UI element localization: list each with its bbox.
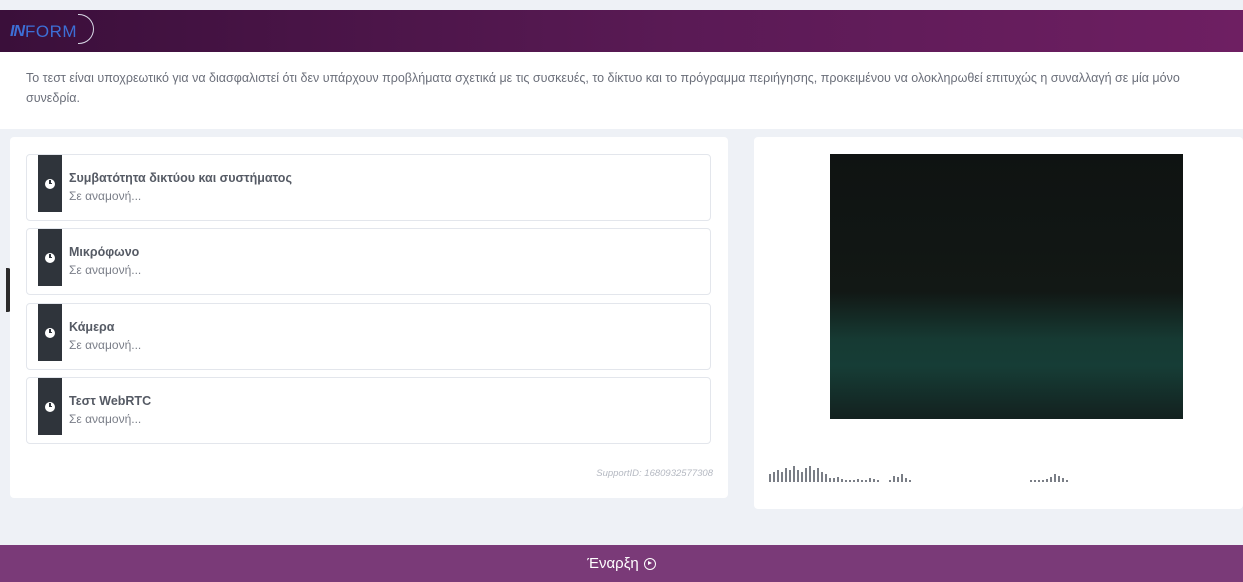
status-strip (38, 229, 62, 286)
checks-panel: Συμβατότητα δικτύου και συστήματος Σε αν… (10, 137, 728, 498)
audio-level-bar (829, 478, 831, 482)
check-status: Σε αναμονή... (69, 412, 142, 426)
audio-level-bar (801, 472, 803, 482)
audio-level-bar (817, 468, 819, 482)
audio-level-bar (809, 466, 811, 482)
status-strip (38, 304, 62, 361)
support-id: SupportID: 1680932577308 (596, 468, 713, 479)
audio-level-bar (785, 468, 787, 482)
play-circle-icon (643, 557, 656, 570)
check-status: Σε αναμονή... (69, 338, 142, 352)
audio-level-meter-right (1030, 460, 1068, 482)
check-item-microphone: Μικρόφωνο Σε αναμονή... (26, 228, 711, 295)
check-title: Μικρόφωνο (69, 245, 140, 259)
audio-level-bar (1034, 480, 1036, 482)
audio-level-bar (1042, 480, 1044, 482)
audio-level-bar (1038, 480, 1040, 482)
audio-level-bar (909, 480, 911, 482)
audio-level-bar (789, 470, 791, 482)
logo-text: FORM (25, 22, 78, 41)
audio-level-bar (793, 466, 795, 482)
audio-level-bar (893, 476, 895, 482)
audio-level-bar (857, 479, 859, 482)
audio-level-bar (833, 478, 835, 482)
check-title: Κάμερα (69, 320, 115, 334)
check-title: Τεστ WebRTC (69, 394, 152, 408)
audio-level-bar (813, 470, 815, 482)
audio-level-bar (861, 480, 863, 482)
inform-logo: IN FORM (10, 14, 94, 44)
audio-level-bar (773, 472, 775, 482)
audio-level-bar (1054, 474, 1056, 482)
audio-level-bar (769, 474, 771, 482)
clock-icon (45, 178, 55, 189)
audio-level-bar (845, 480, 847, 482)
status-strip (38, 378, 62, 435)
top-header: IN FORM (0, 10, 1243, 52)
audio-level-bar (873, 479, 875, 482)
audio-level-meter-left (769, 460, 911, 482)
audio-level-bar (805, 468, 807, 482)
audio-level-bar (1046, 479, 1048, 482)
start-button[interactable]: Έναρξη (0, 545, 1243, 582)
status-strip (38, 155, 62, 212)
clock-icon (45, 401, 55, 412)
audio-level-bar (781, 472, 783, 482)
clock-icon (45, 252, 55, 263)
check-title: Συμβατότητα δικτύου και συστήματος (69, 171, 292, 185)
audio-level-bar (865, 480, 867, 482)
start-button-label: Έναρξη (587, 555, 639, 572)
audio-level-bar (869, 478, 871, 482)
logo-arc-icon (78, 14, 94, 44)
check-item-network: Συμβατότητα δικτύου και συστήματος Σε αν… (26, 154, 711, 221)
audio-level-bar (889, 480, 891, 482)
audio-level-bar (905, 478, 907, 482)
audio-level-bar (877, 480, 879, 482)
audio-level-bar (1050, 477, 1052, 482)
audio-level-bar (897, 477, 899, 482)
audio-level-bar (853, 480, 855, 482)
audio-level-bar (825, 474, 827, 482)
check-status: Σε αναμονή... (69, 189, 142, 203)
audio-level-bar (797, 470, 799, 482)
audio-level-bar (901, 474, 903, 482)
audio-level-bar (821, 472, 823, 482)
intro-text: Το τεστ είναι υποχρεωτικό για να διασφαλ… (0, 52, 1243, 129)
audio-level-bar (777, 470, 779, 482)
clock-icon (45, 327, 55, 338)
audio-level-bar (1062, 478, 1064, 482)
audio-level-bar (837, 477, 839, 482)
logo-mark: IN (10, 23, 25, 40)
audio-level-bar (1058, 476, 1060, 482)
app-root: IN FORM Το τεστ είναι υποχρεωτικό για να… (0, 0, 1243, 582)
audio-level-bar (1066, 480, 1068, 482)
audio-level-bar (841, 479, 843, 482)
check-status: Σε αναμονή... (69, 263, 142, 277)
check-item-camera: Κάμερα Σε αναμονή... (26, 303, 711, 370)
audio-level-bar (849, 480, 851, 482)
audio-level-bar (1030, 480, 1032, 482)
check-item-webrtc: Τεστ WebRTC Σε αναμονή... (26, 377, 711, 444)
preview-panel (754, 137, 1243, 509)
camera-preview (830, 154, 1183, 419)
